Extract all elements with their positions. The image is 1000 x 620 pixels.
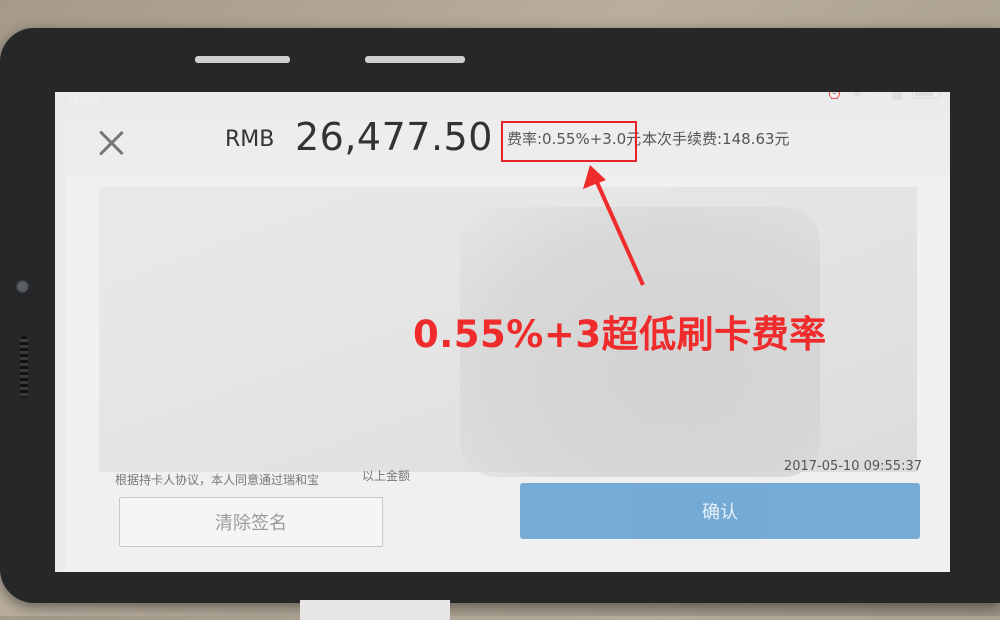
promo-callout: 0.55%+3超低刷卡费率 bbox=[413, 313, 827, 356]
close-icon[interactable] bbox=[93, 125, 129, 161]
confirm-button[interactable]: 确认 bbox=[520, 483, 920, 539]
alarm-icon: ⏰ bbox=[827, 92, 843, 100]
status-icons: ⏰ ✱ ◠ ▟ bbox=[827, 92, 940, 100]
payment-amount: 26,477.50 bbox=[295, 115, 493, 159]
fee-rate-highlight-box bbox=[501, 121, 637, 162]
signal-icon: ▟ bbox=[892, 92, 902, 100]
currency-label: RMB bbox=[225, 127, 275, 152]
fee-total: 本次手续费:148.63元 bbox=[642, 130, 790, 148]
battery-icon bbox=[912, 92, 940, 99]
speaker-grille bbox=[20, 336, 28, 398]
front-camera bbox=[16, 280, 29, 293]
transaction-timestamp: 2017-05-10 09:55:37 bbox=[783, 459, 922, 474]
bluetooth-icon: ✱ bbox=[852, 92, 863, 100]
volume-button bbox=[195, 56, 290, 63]
power-button bbox=[365, 56, 465, 63]
clear-signature-button[interactable]: 清除签名 bbox=[119, 497, 383, 547]
wifi-icon: ◠ bbox=[872, 92, 883, 100]
paper-corner bbox=[300, 600, 450, 620]
status-bar: 9:55 ⏰ ✱ ◠ ▟ bbox=[55, 92, 950, 116]
agreement-text: 根据持卡人协议，本人同意通过瑞和宝 bbox=[115, 473, 320, 487]
payment-header: RMB 26,477.50 费率:0.55%+3.0元 本次手续费:148.63… bbox=[65, 115, 950, 175]
status-clock: 9:55 bbox=[69, 95, 101, 111]
agreement-text-tail: 以上金额 bbox=[362, 469, 411, 483]
